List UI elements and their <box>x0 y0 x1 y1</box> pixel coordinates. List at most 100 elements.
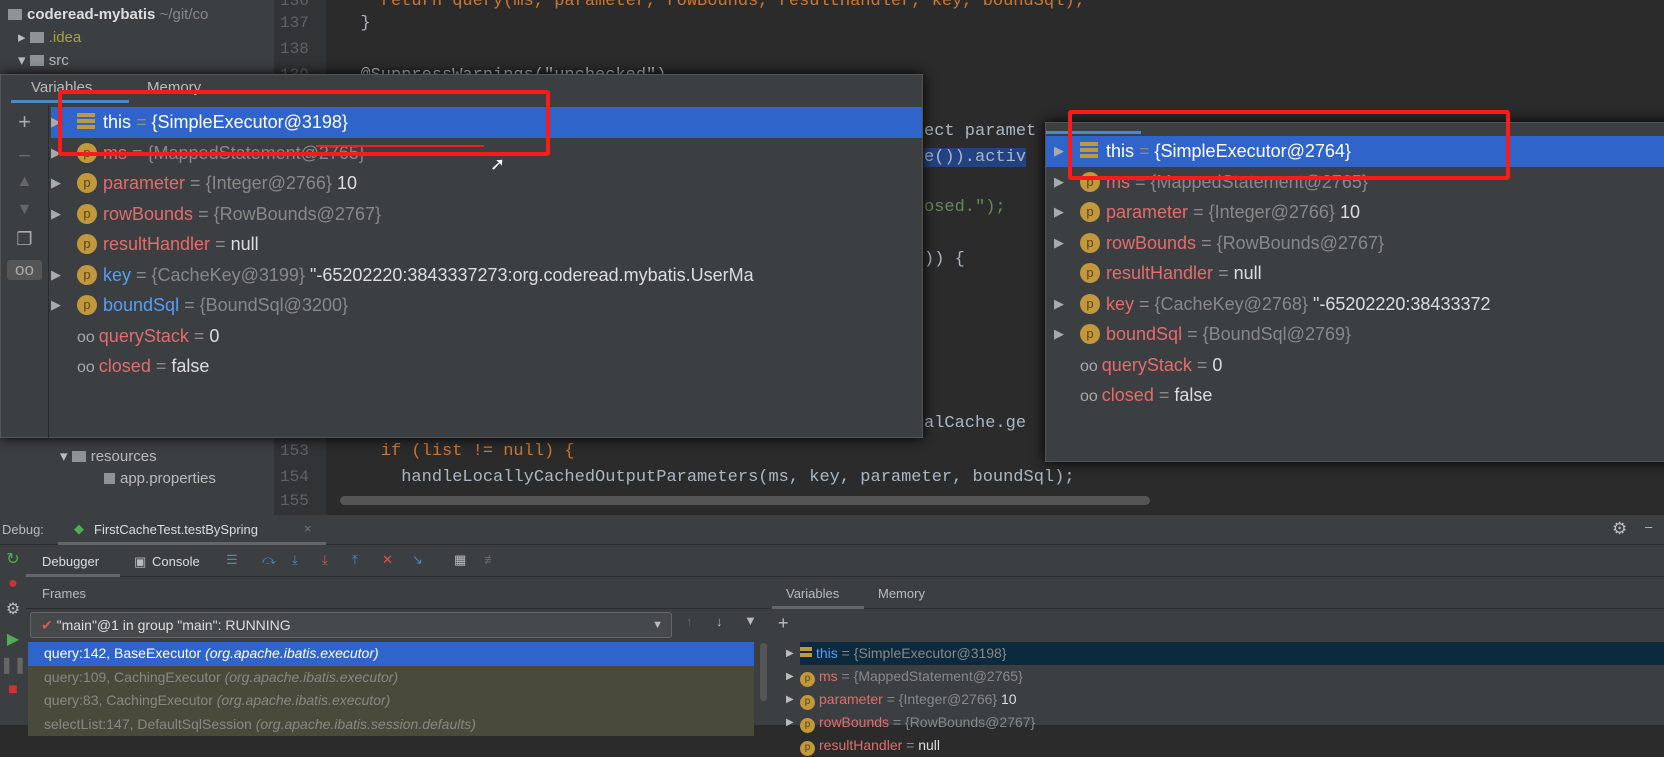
frame-location: query:142, BaseExecutor <box>44 645 202 661</box>
thread-selector[interactable]: ✔ "main"@1 in group "main": RUNNING ▼ <box>30 612 672 638</box>
variable-name: key <box>103 264 132 285</box>
variable-row[interactable]: ▶ p ms = {MappedStatement@2765} <box>786 665 1023 688</box>
variable-type: {BoundSql@3200} <box>199 295 348 315</box>
expand-icon[interactable]: ▶ <box>786 642 794 665</box>
variable-row[interactable]: ▶ p parameter = {Integer@2766} 10 <box>1046 197 1664 228</box>
evaluate-icon[interactable]: ▦ <box>454 552 466 568</box>
minimize-icon[interactable]: – <box>1645 519 1652 534</box>
tab-variables[interactable]: Variables <box>786 586 839 601</box>
up-icon[interactable]: ▲ <box>1 173 48 191</box>
variable-row[interactable]: oo closed = false <box>1046 380 1664 411</box>
variable-type: {RowBounds@2767} <box>213 203 381 224</box>
line-number: 155 <box>280 492 309 510</box>
variable-value: "-65202220:38433372 <box>1312 293 1491 314</box>
variable-row[interactable]: p resultHandler = null <box>1046 258 1664 289</box>
variable-type: {Integer@2766} <box>205 173 332 193</box>
variable-row[interactable]: ▶ this = {SimpleExecutor@3198} <box>786 642 1664 665</box>
expand-icon[interactable]: ▶ <box>1054 319 1064 349</box>
force-step-into-icon[interactable]: ⤓ <box>322 552 328 568</box>
variable-row[interactable]: p resultHandler = null <box>800 734 940 757</box>
expand-icon[interactable]: ▶ <box>786 688 794 711</box>
variable-value: null <box>1233 263 1262 283</box>
code-fragment: )) { <box>924 250 965 269</box>
drop-frame-icon[interactable]: ✕ <box>382 552 393 568</box>
down-arrow-icon[interactable]: ↓ <box>716 614 723 629</box>
expand-icon[interactable]: ▶ <box>51 260 61 290</box>
tree-root[interactable]: coderead-mybatis ~/git/co <box>8 6 208 23</box>
menu-icon[interactable]: ☰ <box>226 552 238 568</box>
horizontal-scrollbar[interactable] <box>340 496 1150 505</box>
frame-row[interactable]: query:142, BaseExecutor (org.apache.ibat… <box>28 642 754 666</box>
stop-icon[interactable]: ■ <box>0 681 26 699</box>
tab-debugger[interactable]: Debugger <box>42 554 99 569</box>
line-number: 153 <box>280 442 309 460</box>
tree-item-app-properties[interactable]: app.properties <box>104 470 216 487</box>
variable-row[interactable]: ▶ p parameter = {Integer@2766} 10 <box>51 168 922 199</box>
frames-title: Frames <box>42 586 87 601</box>
down-icon[interactable]: ▼ <box>1 201 48 219</box>
watch-icon: oo <box>77 359 95 376</box>
session-tab[interactable]: FirstCacheTest.testBySpring <box>94 522 258 537</box>
tree-item-resources[interactable]: ▾ resources <box>60 447 157 465</box>
watches-icon[interactable]: oo <box>7 260 42 280</box>
variable-row[interactable]: oo closed = false <box>51 351 922 382</box>
variable-type: {RowBounds@2767} <box>905 714 1036 730</box>
variable-row[interactable]: ▶ p boundSql = {BoundSql@3200} <box>51 290 922 321</box>
expand-icon[interactable]: ▶ <box>1054 289 1064 319</box>
module-icon <box>8 9 22 20</box>
frame-row[interactable]: query:109, CachingExecutor (org.apache.i… <box>28 665 754 689</box>
frame-row[interactable]: query:83, CachingExecutor (org.apache.ib… <box>28 689 754 713</box>
tree-item-idea[interactable]: ▸ .idea <box>18 28 81 46</box>
variable-type: {Integer@2766} <box>898 691 998 707</box>
run-to-cursor-icon[interactable]: ↘ <box>412 552 423 568</box>
expand-icon[interactable]: ▶ <box>51 290 61 320</box>
variable-value: false <box>1174 385 1213 405</box>
variable-row[interactable]: oo queryStack = 0 <box>1046 350 1664 381</box>
up-arrow-icon[interactable]: ↑ <box>686 614 693 629</box>
variable-row[interactable]: oo queryStack = 0 <box>51 321 922 352</box>
step-over-icon[interactable]: ⤼ <box>262 552 276 568</box>
variable-row[interactable]: ▶ p parameter = {Integer@2766} 10 <box>786 688 1017 711</box>
step-out-icon[interactable]: ⤒ <box>352 552 358 568</box>
frame-row[interactable]: selectList:147, DefaultSqlSession (org.a… <box>28 712 754 736</box>
frame-location: selectList:147, DefaultSqlSession <box>44 715 252 732</box>
variable-value: 10 <box>1339 202 1360 222</box>
variable-row[interactable]: ▶ p boundSql = {BoundSql@2769} <box>1046 319 1664 350</box>
add-icon[interactable]: + <box>1 109 48 135</box>
expand-icon[interactable]: ▶ <box>1054 136 1064 166</box>
expand-icon[interactable]: ▶ <box>1054 228 1064 258</box>
variable-row[interactable]: ▶ p rowBounds = {RowBounds@2767} <box>51 199 922 230</box>
settings-icon[interactable]: ⚙ <box>0 599 26 619</box>
expand-icon[interactable]: ▶ <box>1054 167 1064 197</box>
resume-icon[interactable]: ▶ <box>0 629 26 649</box>
close-icon[interactable]: × <box>304 521 312 536</box>
tree-item-src[interactable]: ▾ src <box>18 51 69 69</box>
variable-row[interactable]: ▶ p key = {CacheKey@2768} "-65202220:38433… <box>1046 289 1664 320</box>
frames-scrollbar[interactable] <box>760 643 767 701</box>
expand-icon[interactable]: ▶ <box>786 665 794 688</box>
add-icon[interactable]: + <box>778 613 789 634</box>
expand-icon[interactable]: ▶ <box>51 168 61 198</box>
remove-icon[interactable]: − <box>1 143 48 169</box>
copy-icon[interactable]: ❐ <box>1 229 48 250</box>
pause-icon[interactable]: ❚❚ <box>0 655 27 675</box>
variable-row[interactable]: p resultHandler = null <box>51 229 922 260</box>
tab-console[interactable]: Console <box>152 554 200 569</box>
breakpoints-icon[interactable]: ● <box>0 575 26 593</box>
variable-row[interactable]: ▶ p rowBounds = {RowBounds@2767} <box>1046 228 1664 259</box>
variable-row[interactable]: ▶ p key = {CacheKey@3199} "-65202220:38433… <box>51 260 922 291</box>
expand-icon[interactable]: ▶ <box>786 711 794 734</box>
variable-name: parameter <box>103 173 186 193</box>
code-line: return query(ms, parameter, rowBounds, r… <box>340 0 1085 11</box>
line-number: 154 <box>280 468 309 486</box>
expand-icon[interactable]: ▶ <box>1054 197 1064 227</box>
tab-memory[interactable]: Memory <box>878 586 925 601</box>
variable-row[interactable]: ▶ p rowBounds = {RowBounds@2767} <box>786 711 1036 734</box>
expand-icon[interactable]: ▶ <box>51 199 61 229</box>
rerun-icon[interactable]: ↻ <box>0 549 26 569</box>
trace-icon[interactable]: ≢ <box>484 552 497 567</box>
step-into-icon[interactable]: ⤓ <box>292 552 298 568</box>
watch-icon: oo <box>1080 388 1098 405</box>
gear-icon[interactable]: ⚙ <box>1612 519 1627 539</box>
filter-icon[interactable]: ▼ <box>744 613 757 628</box>
